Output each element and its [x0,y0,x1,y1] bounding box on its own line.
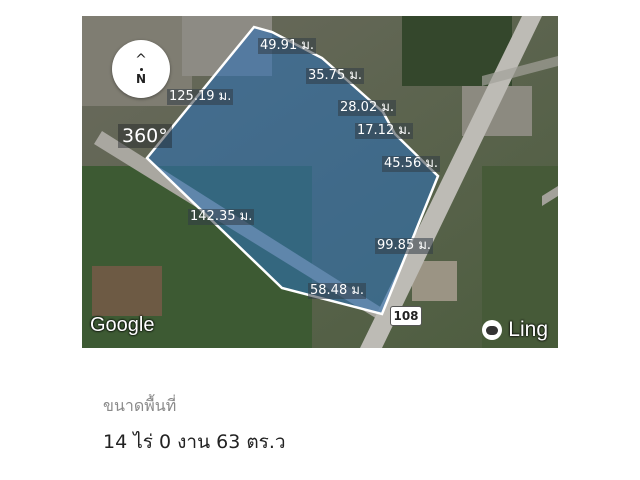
dimension-label: 17.12 ม. [355,123,414,139]
compass-button[interactable]: ^ N [112,40,170,98]
google-logo: Google [90,314,155,336]
dimension-label: 142.35 ม. [188,209,255,225]
map-view[interactable]: 49.91 ม. 35.75 ม. 125.19 ม. 28.02 ม. 17.… [82,16,558,348]
north-arrow-icon: ^ [135,51,147,68]
monkey-icon [482,320,503,340]
compass-dot-icon [139,67,143,71]
dimension-label: 45.56 ม. [382,156,441,172]
ling-watermark: Ling [482,318,548,342]
dimension-label: 28.02 ม. [338,100,397,116]
dimension-label: 49.91 ม. [258,38,317,54]
dimension-label: 125.19 ม. [167,89,234,105]
dimension-label: 35.75 ม. [306,68,365,84]
rotate-360-button[interactable]: 360° [118,124,172,148]
area-label: ขนาดพื้นที่ [103,396,177,415]
area-value: 14 ไร่ 0 งาน 63 ตร.ว [103,431,286,453]
dimension-label: 58.48 ม. [308,283,367,299]
dimension-label: 99.85 ม. [375,238,434,254]
route-number-badge: 108 [390,306,422,326]
compass-label: N [135,71,147,86]
ling-text: Ling [508,318,548,341]
